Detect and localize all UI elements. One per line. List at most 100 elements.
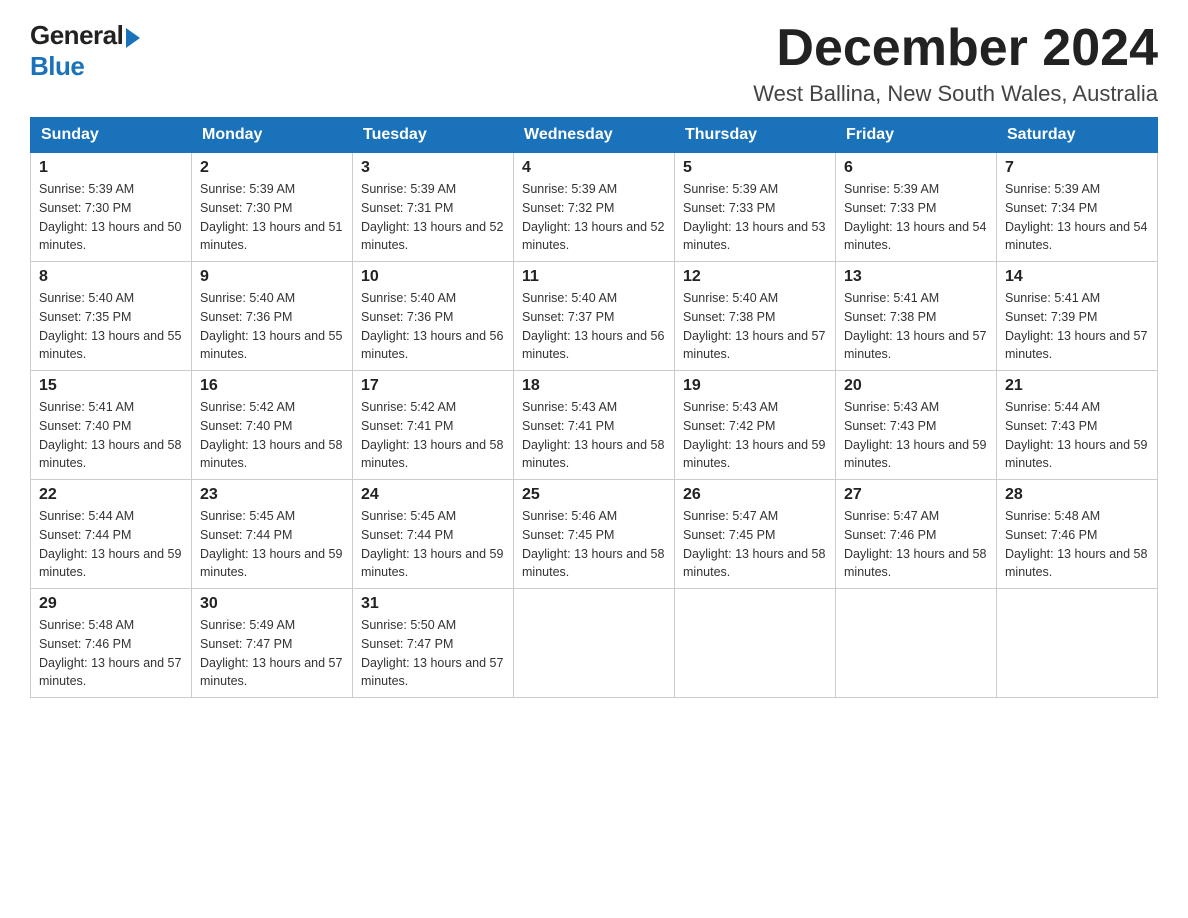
- logo-top-line: General: [30, 20, 140, 51]
- day-info: Sunrise: 5:42 AMSunset: 7:40 PMDaylight:…: [200, 398, 344, 473]
- calendar-cell: 28Sunrise: 5:48 AMSunset: 7:46 PMDayligh…: [997, 480, 1158, 589]
- day-number: 14: [1005, 268, 1149, 286]
- weekday-header-saturday: Saturday: [997, 118, 1158, 153]
- calendar-cell: 12 Sunrise: 5:40 AMSunset: 7:38 PMDayligh…: [675, 262, 836, 371]
- page-header: General Blue December 2024 West Ballina,…: [30, 20, 1158, 107]
- day-info: Sunrise: 5:43 AMSunset: 7:43 PMDaylight:…: [844, 398, 988, 473]
- calendar-cell: 2 Sunrise: 5:39 AMSunset: 7:30 PMDaylight…: [192, 153, 353, 262]
- day-info: Sunrise: 5:44 AMSunset: 7:43 PMDaylight:…: [1005, 398, 1149, 473]
- logo-blue-text: Blue: [30, 51, 84, 81]
- day-info: Sunrise: 5:49 AMSunset: 7:47 PMDaylight:…: [200, 616, 344, 691]
- day-info: Sunrise: 5:39 AMSunset: 7:33 PMDaylight:…: [683, 180, 827, 255]
- weekday-header-friday: Friday: [836, 118, 997, 153]
- day-info: Sunrise: 5:39 AMSunset: 7:34 PMDaylight:…: [1005, 180, 1149, 255]
- weekday-header-row: SundayMondayTuesdayWednesdayThursdayFrid…: [31, 118, 1158, 153]
- calendar-week-row: 8 Sunrise: 5:40 AMSunset: 7:35 PMDaylight…: [31, 262, 1158, 371]
- calendar-cell: 31 Sunrise: 5:50 AMSunset: 7:47 PMDayligh…: [353, 589, 514, 698]
- calendar-cell: 13 Sunrise: 5:41 AMSunset: 7:38 PMDayligh…: [836, 262, 997, 371]
- calendar-cell: [675, 589, 836, 698]
- calendar-week-row: 22Sunrise: 5:44 AMSunset: 7:44 PMDayligh…: [31, 480, 1158, 589]
- calendar-cell: 1 Sunrise: 5:39 AMSunset: 7:30 PMDaylight…: [31, 153, 192, 262]
- day-number: 24: [361, 486, 505, 504]
- day-info: Sunrise: 5:41 AMSunset: 7:40 PMDaylight:…: [39, 398, 183, 473]
- calendar-cell: 11 Sunrise: 5:40 AMSunset: 7:37 PMDayligh…: [514, 262, 675, 371]
- day-number: 9: [200, 268, 344, 286]
- day-info: Sunrise: 5:47 AMSunset: 7:45 PMDaylight:…: [683, 507, 827, 582]
- calendar-cell: 14Sunrise: 5:41 AMSunset: 7:39 PMDayligh…: [997, 262, 1158, 371]
- calendar-cell: [997, 589, 1158, 698]
- logo-general-text: General: [30, 20, 123, 50]
- day-info: Sunrise: 5:42 AMSunset: 7:41 PMDaylight:…: [361, 398, 505, 473]
- calendar-cell: 16Sunrise: 5:42 AMSunset: 7:40 PMDayligh…: [192, 371, 353, 480]
- calendar-cell: 3Sunrise: 5:39 AMSunset: 7:31 PMDaylight…: [353, 153, 514, 262]
- day-info: Sunrise: 5:45 AMSunset: 7:44 PMDaylight:…: [200, 507, 344, 582]
- calendar-cell: 26Sunrise: 5:47 AMSunset: 7:45 PMDayligh…: [675, 480, 836, 589]
- day-number: 1: [39, 159, 183, 177]
- title-area: December 2024 West Ballina, New South Wa…: [753, 20, 1158, 107]
- day-info: Sunrise: 5:39 AMSunset: 7:30 PMDaylight:…: [39, 180, 183, 255]
- day-number: 10: [361, 268, 505, 286]
- location-subtitle: West Ballina, New South Wales, Australia: [753, 81, 1158, 107]
- day-number: 8: [39, 268, 183, 286]
- day-info: Sunrise: 5:41 AMSunset: 7:38 PMDaylight:…: [844, 289, 988, 364]
- calendar-cell: 7Sunrise: 5:39 AMSunset: 7:34 PMDaylight…: [997, 153, 1158, 262]
- day-info: Sunrise: 5:50 AMSunset: 7:47 PMDaylight:…: [361, 616, 505, 691]
- calendar-cell: 23 Sunrise: 5:45 AMSunset: 7:44 PMDayligh…: [192, 480, 353, 589]
- calendar-cell: [836, 589, 997, 698]
- day-number: 23: [200, 486, 344, 504]
- calendar-cell: 6Sunrise: 5:39 AMSunset: 7:33 PMDaylight…: [836, 153, 997, 262]
- day-number: 25: [522, 486, 666, 504]
- calendar-week-row: 15 Sunrise: 5:41 AMSunset: 7:40 PMDayligh…: [31, 371, 1158, 480]
- day-info: Sunrise: 5:39 AMSunset: 7:33 PMDaylight:…: [844, 180, 988, 255]
- calendar-cell: 18Sunrise: 5:43 AMSunset: 7:41 PMDayligh…: [514, 371, 675, 480]
- calendar-cell: 27Sunrise: 5:47 AMSunset: 7:46 PMDayligh…: [836, 480, 997, 589]
- weekday-header-wednesday: Wednesday: [514, 118, 675, 153]
- day-number: 2: [200, 159, 344, 177]
- calendar-table: SundayMondayTuesdayWednesdayThursdayFrid…: [30, 117, 1158, 698]
- day-info: Sunrise: 5:48 AMSunset: 7:46 PMDaylight:…: [39, 616, 183, 691]
- logo: General Blue: [30, 20, 140, 82]
- day-info: Sunrise: 5:39 AMSunset: 7:32 PMDaylight:…: [522, 180, 666, 255]
- day-number: 11: [522, 268, 666, 286]
- day-number: 22: [39, 486, 183, 504]
- day-info: Sunrise: 5:40 AMSunset: 7:37 PMDaylight:…: [522, 289, 666, 364]
- calendar-cell: 24Sunrise: 5:45 AMSunset: 7:44 PMDayligh…: [353, 480, 514, 589]
- day-number: 3: [361, 159, 505, 177]
- day-number: 27: [844, 486, 988, 504]
- calendar-cell: 15 Sunrise: 5:41 AMSunset: 7:40 PMDayligh…: [31, 371, 192, 480]
- calendar-cell: [514, 589, 675, 698]
- day-number: 5: [683, 159, 827, 177]
- day-number: 31: [361, 595, 505, 613]
- day-number: 12: [683, 268, 827, 286]
- day-info: Sunrise: 5:39 AMSunset: 7:30 PMDaylight:…: [200, 180, 344, 255]
- calendar-cell: 29 Sunrise: 5:48 AMSunset: 7:46 PMDayligh…: [31, 589, 192, 698]
- calendar-cell: 22Sunrise: 5:44 AMSunset: 7:44 PMDayligh…: [31, 480, 192, 589]
- day-info: Sunrise: 5:40 AMSunset: 7:35 PMDaylight:…: [39, 289, 183, 364]
- day-number: 13: [844, 268, 988, 286]
- day-info: Sunrise: 5:48 AMSunset: 7:46 PMDaylight:…: [1005, 507, 1149, 582]
- day-number: 29: [39, 595, 183, 613]
- day-number: 21: [1005, 377, 1149, 395]
- day-info: Sunrise: 5:43 AMSunset: 7:42 PMDaylight:…: [683, 398, 827, 473]
- calendar-cell: 8 Sunrise: 5:40 AMSunset: 7:35 PMDaylight…: [31, 262, 192, 371]
- weekday-header-tuesday: Tuesday: [353, 118, 514, 153]
- day-number: 20: [844, 377, 988, 395]
- calendar-cell: 25 Sunrise: 5:46 AMSunset: 7:45 PMDayligh…: [514, 480, 675, 589]
- calendar-cell: 20 Sunrise: 5:43 AMSunset: 7:43 PMDayligh…: [836, 371, 997, 480]
- day-info: Sunrise: 5:40 AMSunset: 7:36 PMDaylight:…: [200, 289, 344, 364]
- day-number: 19: [683, 377, 827, 395]
- calendar-week-row: 1 Sunrise: 5:39 AMSunset: 7:30 PMDaylight…: [31, 153, 1158, 262]
- day-info: Sunrise: 5:40 AMSunset: 7:38 PMDaylight:…: [683, 289, 827, 364]
- calendar-week-row: 29 Sunrise: 5:48 AMSunset: 7:46 PMDayligh…: [31, 589, 1158, 698]
- day-info: Sunrise: 5:43 AMSunset: 7:41 PMDaylight:…: [522, 398, 666, 473]
- logo-arrow-icon: [126, 28, 140, 48]
- weekday-header-monday: Monday: [192, 118, 353, 153]
- day-number: 15: [39, 377, 183, 395]
- day-info: Sunrise: 5:40 AMSunset: 7:36 PMDaylight:…: [361, 289, 505, 364]
- calendar-cell: 19 Sunrise: 5:43 AMSunset: 7:42 PMDayligh…: [675, 371, 836, 480]
- calendar-cell: 4Sunrise: 5:39 AMSunset: 7:32 PMDaylight…: [514, 153, 675, 262]
- calendar-cell: 30Sunrise: 5:49 AMSunset: 7:47 PMDayligh…: [192, 589, 353, 698]
- day-info: Sunrise: 5:46 AMSunset: 7:45 PMDaylight:…: [522, 507, 666, 582]
- day-number: 17: [361, 377, 505, 395]
- calendar-cell: 10 Sunrise: 5:40 AMSunset: 7:36 PMDayligh…: [353, 262, 514, 371]
